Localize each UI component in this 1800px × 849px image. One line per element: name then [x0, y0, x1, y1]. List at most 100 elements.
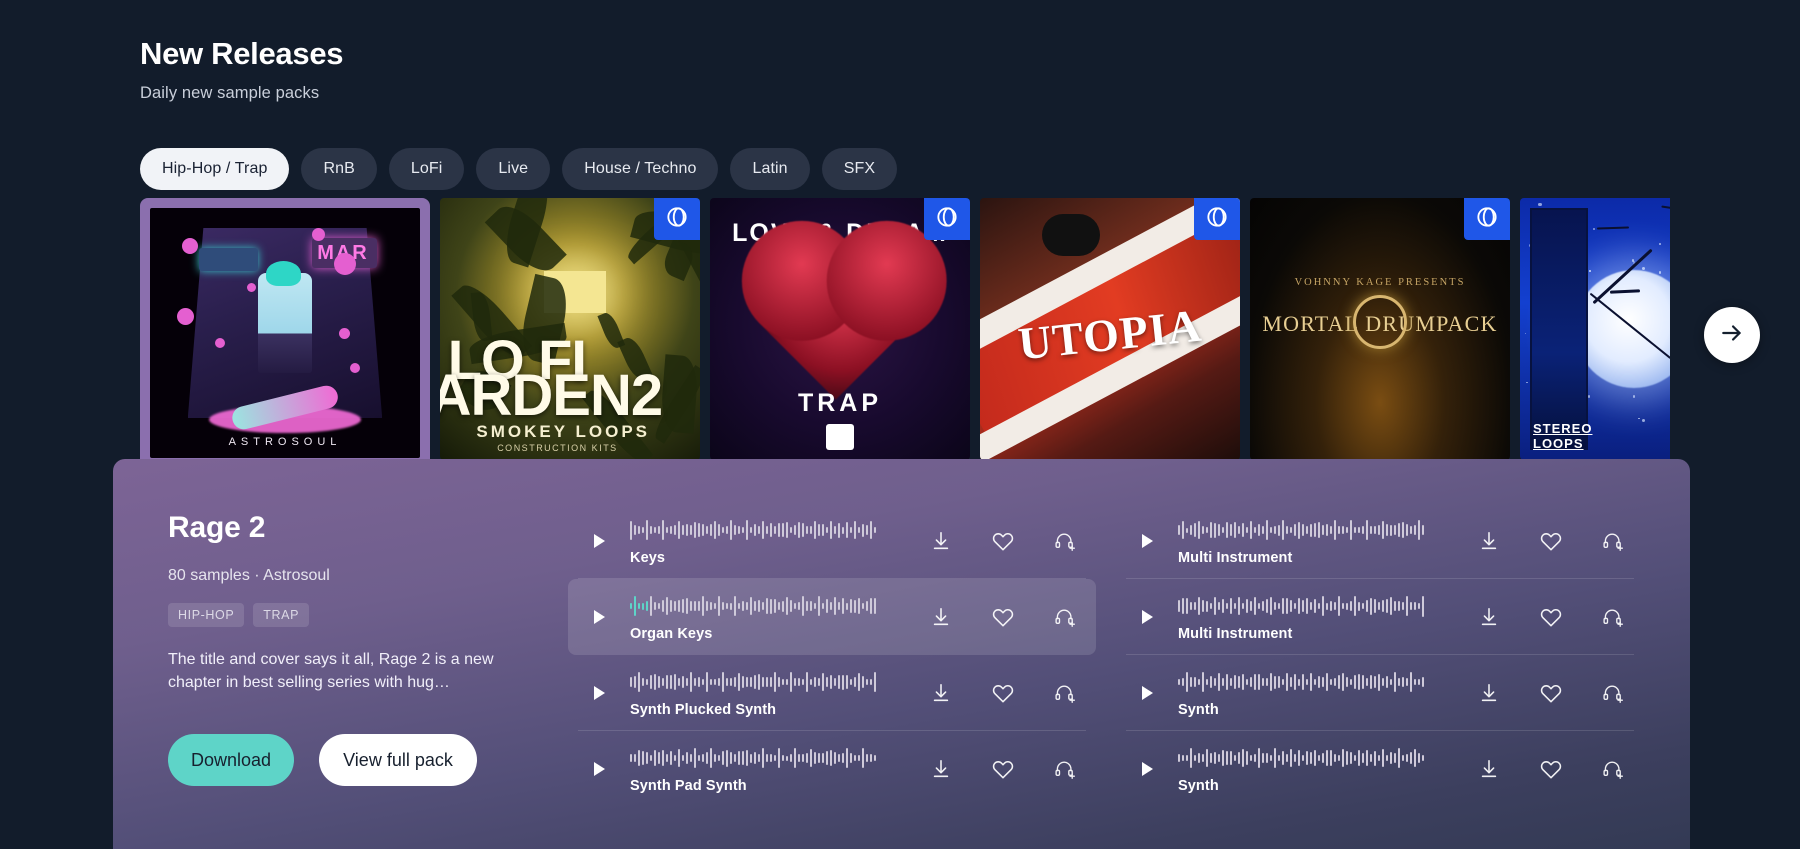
ouroboros-icon: [1353, 295, 1407, 350]
cover-subtitle: SMOKEY LOOPS: [476, 421, 650, 441]
pack-tag: TRAP: [253, 603, 310, 627]
header: New Releases Daily new sample packs: [140, 36, 344, 103]
track-actions: [1478, 530, 1630, 552]
play-icon[interactable]: [586, 686, 612, 700]
heart-icon[interactable]: [1540, 682, 1562, 704]
genre-filter-bar: Hip-Hop / Trap RnB LoFi Live House / Techno L…: [140, 148, 898, 190]
download-icon[interactable]: [1478, 682, 1500, 704]
track-lists: Keys Organ Keys Synth Plucked Synth Synth P…: [568, 499, 1644, 849]
pack-tag: HIP-HOP: [168, 603, 245, 627]
track-row[interactable]: Keys: [568, 503, 1096, 579]
pack-actions: Download View full pack: [168, 734, 568, 787]
new-releases-page: New Releases Daily new sample packs Hip-…: [0, 0, 1800, 849]
download-icon[interactable]: [1478, 758, 1500, 780]
arrow-right-icon: [1719, 320, 1745, 351]
waveform[interactable]: [1178, 744, 1468, 772]
waveform[interactable]: [630, 516, 920, 544]
play-icon[interactable]: [1134, 534, 1160, 548]
genre-chip-rnb[interactable]: RnB: [301, 148, 377, 190]
headphones-add-icon[interactable]: [1602, 530, 1624, 552]
genre-chip-house-techno[interactable]: House / Techno: [562, 148, 719, 190]
heart-icon[interactable]: [1540, 606, 1562, 628]
headphones-add-icon[interactable]: [1602, 758, 1624, 780]
genre-chip-live[interactable]: Live: [476, 148, 551, 190]
play-icon[interactable]: [586, 534, 612, 548]
genre-chip-hip-hop-trap[interactable]: Hip-Hop / Trap: [140, 148, 290, 190]
track-row[interactable]: Synth: [1116, 731, 1644, 807]
track-name: Synth: [1178, 702, 1219, 718]
play-icon[interactable]: [586, 610, 612, 624]
track-row[interactable]: Synth: [1116, 655, 1644, 731]
headphones-add-icon[interactable]: [1054, 606, 1076, 628]
platform-badge: [924, 198, 970, 240]
heart-icon[interactable]: [992, 530, 1014, 552]
track-row[interactable]: Synth Plucked Synth: [568, 655, 1096, 731]
headphones-add-icon[interactable]: [1054, 682, 1076, 704]
waveform[interactable]: [630, 744, 920, 772]
pack-card[interactable]: VOHNNY KAGE PRESENTS MORTAL DRUMPACK: [1250, 198, 1510, 460]
download-icon[interactable]: [930, 758, 952, 780]
loops-logo-icon: [934, 204, 960, 235]
waveform[interactable]: [630, 668, 920, 696]
genre-chip-lofi[interactable]: LoFi: [388, 148, 465, 190]
cover-title-line1: STEREO LOOPS: [1533, 421, 1593, 452]
track-name: Multi Instrument: [1178, 626, 1293, 642]
play-icon[interactable]: [1134, 762, 1160, 776]
pack-card[interactable]: UTOPIA: [980, 198, 1240, 460]
track-actions: [930, 530, 1082, 552]
carousel-next-button[interactable]: [1704, 307, 1760, 363]
track-name: Synth Plucked Synth: [630, 702, 777, 718]
track-row[interactable]: Multi Instrument: [1116, 503, 1644, 579]
track-row[interactable]: Synth Pad Synth: [568, 731, 1096, 807]
download-icon[interactable]: [930, 530, 952, 552]
cover-title-line2: ARDEN2: [440, 362, 663, 428]
pack-tags: HIP-HOP TRAP: [168, 603, 568, 627]
heart-icon[interactable]: [1540, 530, 1562, 552]
heart-icon[interactable]: [1540, 758, 1562, 780]
pack-title: Rage 2: [168, 511, 266, 544]
heart-icon[interactable]: [992, 758, 1014, 780]
page-subtitle: Daily new sample packs: [140, 84, 320, 102]
play-icon[interactable]: [1134, 610, 1160, 624]
label-logo: [826, 423, 854, 450]
download-icon[interactable]: [930, 682, 952, 704]
moon-artwork: [1575, 270, 1670, 388]
track-body: Multi Instrument: [1160, 516, 1478, 566]
heart-artwork: [759, 237, 921, 400]
pack-card[interactable]: LOVE & DREAM TRAP: [710, 198, 970, 460]
download-icon[interactable]: [1478, 530, 1500, 552]
play-icon[interactable]: [586, 762, 612, 776]
track-actions: [1478, 606, 1630, 628]
genre-chip-sfx[interactable]: SFX: [821, 148, 898, 190]
download-icon[interactable]: [1478, 606, 1500, 628]
track-actions: [1478, 682, 1630, 704]
headphones-add-icon[interactable]: [1602, 682, 1624, 704]
view-full-pack-button[interactable]: View full pack: [319, 734, 477, 787]
track-body: Synth: [1160, 668, 1478, 718]
pack-card-selected[interactable]: ASTROSOUL: [140, 198, 430, 468]
heart-icon[interactable]: [992, 682, 1014, 704]
platform-badge: [654, 198, 700, 240]
download-button[interactable]: Download: [168, 734, 294, 787]
pack-card[interactable]: LO FI ARDEN2 SMOKEY LOOPS CONSTRUCTION KITS: [440, 198, 700, 460]
waveform[interactable]: [1178, 592, 1468, 620]
genre-chip-latin[interactable]: Latin: [730, 148, 810, 190]
pack-carousel: ASTROSOULLO FIARDEN2SMOKEY LOOPSCONSTRUC…: [140, 198, 1670, 468]
track-row[interactable]: Multi Instrument: [1116, 579, 1644, 655]
play-icon[interactable]: [1134, 686, 1160, 700]
download-icon[interactable]: [930, 606, 952, 628]
waveform[interactable]: [1178, 516, 1468, 544]
platform-badge: [1194, 198, 1240, 240]
headphones-add-icon[interactable]: [1602, 606, 1624, 628]
headphones-add-icon[interactable]: [1054, 758, 1076, 780]
track-body: Synth Pad Synth: [612, 744, 930, 794]
heart-icon[interactable]: [992, 606, 1014, 628]
track-row-active[interactable]: Organ Keys: [568, 579, 1096, 655]
pack-card[interactable]: STEREO LOOPS: [1520, 198, 1670, 460]
track-body: Organ Keys: [612, 592, 930, 642]
waveform[interactable]: [630, 592, 920, 620]
headphones-add-icon[interactable]: [1054, 530, 1076, 552]
cover-title-line2: TRAP: [797, 389, 883, 418]
waveform[interactable]: [1178, 668, 1468, 696]
track-actions: [1478, 758, 1630, 780]
